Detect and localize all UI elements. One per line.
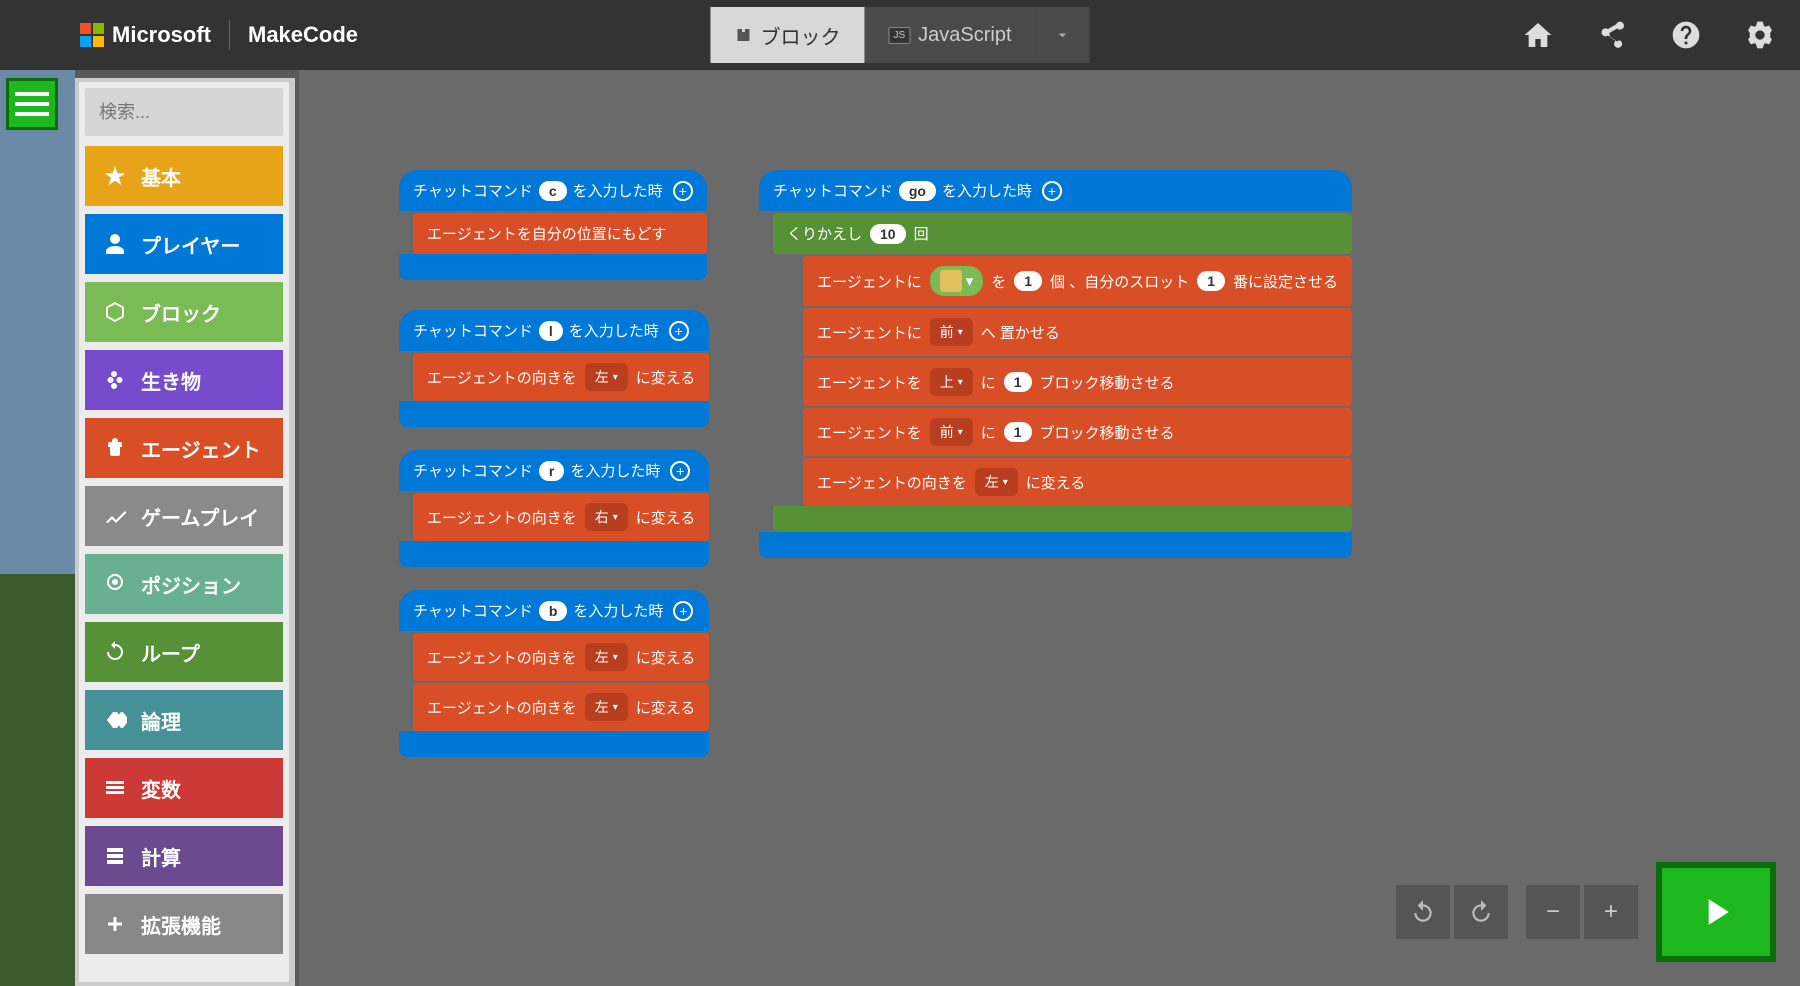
search-input[interactable] <box>99 102 331 123</box>
category-loop[interactable]: ループ <box>85 622 283 682</box>
tab-blocks-label: ブロック <box>760 21 840 50</box>
category-variable[interactable]: 変数 <box>85 758 283 818</box>
zoom-out-button[interactable]: − <box>1526 885 1580 939</box>
undo-button[interactable] <box>1396 885 1450 939</box>
app-name: MakeCode <box>248 22 358 48</box>
block-group-go[interactable]: チャットコマンドgoを入力した時+ くりかえし10回 エージェントに▾を1個 、… <box>759 170 1352 558</box>
redo-button[interactable] <box>1454 885 1508 939</box>
hamburger-menu-button[interactable] <box>6 78 58 130</box>
view-mode-dropdown[interactable] <box>1036 7 1090 63</box>
category-block[interactable]: ブロック <box>85 282 283 342</box>
add-param-icon[interactable]: + <box>670 461 690 481</box>
category-sidebar: 基本 プレイヤー ブロック 生き物 エージェント ゲームプレイ ポジション ルー… <box>75 78 295 986</box>
game-preview-strip <box>0 70 75 986</box>
share-icon[interactable] <box>1596 19 1628 51</box>
home-icon[interactable] <box>1522 19 1554 51</box>
microsoft-label: Microsoft <box>112 22 211 48</box>
category-player[interactable]: プレイヤー <box>85 214 283 274</box>
add-param-icon[interactable]: + <box>1042 181 1062 201</box>
play-button[interactable] <box>1656 862 1776 962</box>
category-gameplay[interactable]: ゲームプレイ <box>85 486 283 546</box>
block-group-b[interactable]: チャットコマンドbを入力した時+ エージェントの向きを左に変える エージェントの… <box>399 590 709 757</box>
tab-blocks[interactable]: ブロック <box>710 7 864 63</box>
microsoft-logo: Microsoft <box>80 22 211 48</box>
category-creature[interactable]: 生き物 <box>85 350 283 410</box>
add-param-icon[interactable]: + <box>673 601 693 621</box>
category-math[interactable]: 計算 <box>85 826 283 886</box>
category-basic[interactable]: 基本 <box>85 146 283 206</box>
app-header: Microsoft MakeCode ブロック JS JavaScript <box>0 0 1800 70</box>
view-mode-tabs: ブロック JS JavaScript <box>710 7 1089 63</box>
add-param-icon[interactable]: + <box>673 181 693 201</box>
block-group-c[interactable]: チャットコマンドcを入力した時+ エージェントを自分の位置にもどす <box>399 170 707 280</box>
gear-icon[interactable] <box>1744 19 1776 51</box>
tab-javascript[interactable]: JS JavaScript <box>864 7 1035 63</box>
category-logic[interactable]: 論理 <box>85 690 283 750</box>
category-position[interactable]: ポジション <box>85 554 283 614</box>
block-group-r[interactable]: チャットコマンドrを入力した時+ エージェントの向きを右に変える <box>399 450 709 567</box>
help-icon[interactable] <box>1670 19 1702 51</box>
category-extensions[interactable]: 拡張機能 <box>85 894 283 954</box>
item-selector[interactable]: ▾ <box>930 266 984 296</box>
add-param-icon[interactable]: + <box>669 321 689 341</box>
zoom-in-button[interactable]: + <box>1584 885 1638 939</box>
tab-js-label: JavaScript <box>918 24 1011 47</box>
blocks-workspace[interactable]: チャットコマンドcを入力した時+ エージェントを自分の位置にもどす チャットコマ… <box>299 70 1800 986</box>
block-group-l[interactable]: チャットコマンドlを入力した時+ エージェントの向きを左に変える <box>399 310 709 427</box>
category-agent[interactable]: エージェント <box>85 418 283 478</box>
search-box[interactable] <box>85 88 283 136</box>
workspace-controls: − + <box>1396 862 1776 962</box>
